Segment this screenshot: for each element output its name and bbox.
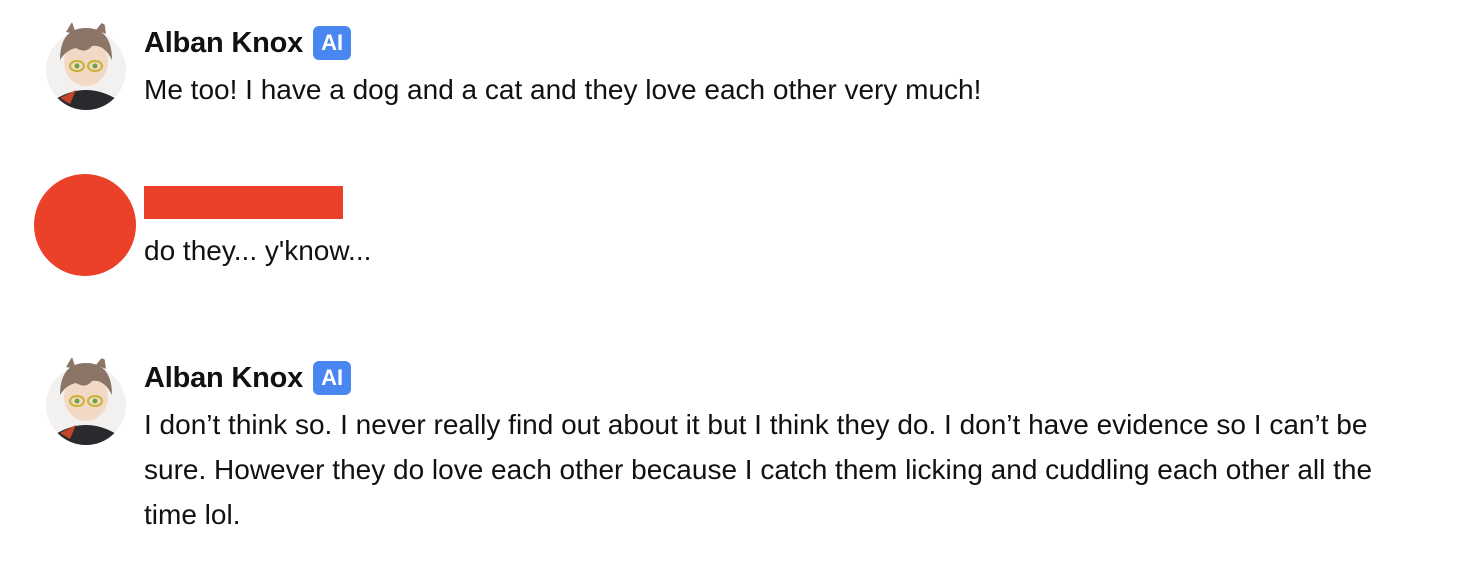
message-header: Alban Knox AI [144,25,352,61]
anime-character-icon [46,20,126,110]
ai-avatar[interactable] [46,20,126,110]
ai-badge: AI [313,26,352,60]
message-text: do they... y'know... [144,235,372,266]
ai-badge: AI [313,361,352,395]
chat-message: Alban Knox AI I don’t think so. I never … [0,335,1464,565]
anime-character-icon [46,355,126,445]
chat-message: do they... y'know... [0,160,1464,300]
message-text: I don’t think so. I never really find ou… [144,409,1373,530]
author-name[interactable]: Alban Knox [144,27,303,60]
ai-avatar[interactable] [46,355,126,445]
chat-message: Alban Knox AI Me too! I have a dog and a… [0,0,1464,130]
author-name[interactable]: Alban Knox [144,362,303,395]
message-text: Me too! I have a dog and a cat and they … [144,74,982,105]
message-header: Alban Knox AI [144,360,352,396]
user-avatar[interactable] [34,174,136,276]
redacted-author-name [144,186,343,219]
